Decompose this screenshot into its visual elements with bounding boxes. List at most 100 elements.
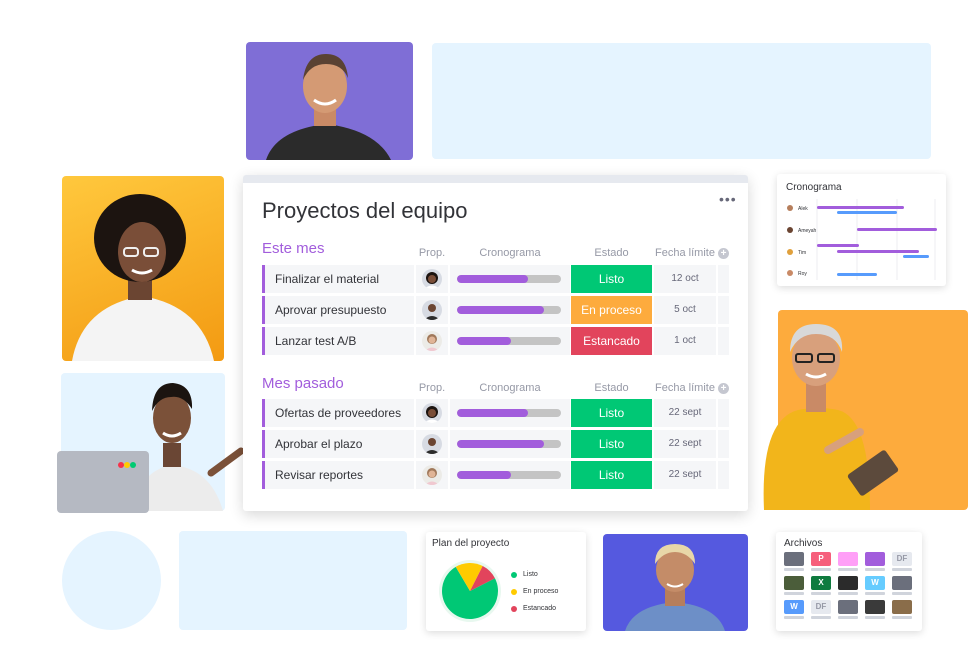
timeline-track: [457, 337, 561, 345]
avatar: [422, 300, 442, 320]
status-label[interactable]: Listo: [571, 430, 652, 458]
timeline-progress: [457, 471, 512, 479]
item-name[interactable]: Revisar reportes: [262, 461, 414, 489]
column-header-date: Fecha límite: [655, 247, 715, 259]
timeline-widget-card[interactable]: Cronograma Alek Ameyah Tim Roy: [777, 174, 946, 286]
avatar: [422, 434, 442, 454]
timeline-track: [457, 275, 561, 283]
owner-cell[interactable]: [416, 327, 448, 355]
due-date[interactable]: 5 oct: [654, 296, 716, 324]
board-top-bar: [243, 175, 748, 183]
row-end-cell: [718, 327, 729, 355]
avatar: [787, 205, 793, 211]
image-thumbnail-icon[interactable]: [865, 600, 885, 614]
generic-file-icon[interactable]: DF: [811, 600, 831, 614]
timeline-progress: [457, 409, 528, 417]
due-date[interactable]: 22 sept: [654, 399, 716, 427]
avatar: [422, 331, 442, 351]
file-meta-line: [865, 568, 885, 571]
audio-icon[interactable]: [838, 552, 858, 566]
more-dots-icon[interactable]: •••: [719, 191, 737, 207]
legend-dot-done: [511, 572, 517, 578]
light-blue-circle: [62, 531, 161, 630]
files-card[interactable]: Archivos P DF X W W DF: [776, 532, 922, 631]
gantt-person-label: Tim: [798, 250, 807, 256]
file-meta-line: [892, 616, 912, 619]
item-name[interactable]: Aprobar el plazo: [262, 430, 414, 458]
column-header-timeline: Cronograma: [479, 382, 541, 394]
due-date[interactable]: 1 oct: [654, 327, 716, 355]
item-name[interactable]: Lanzar test A/B: [262, 327, 414, 355]
avatar: [787, 249, 793, 255]
column-header-date: Fecha límite: [655, 382, 715, 394]
add-column-icon[interactable]: +: [718, 383, 729, 394]
status-label[interactable]: En proceso: [571, 296, 652, 324]
image-thumbnail-icon[interactable]: [892, 600, 912, 614]
status-label[interactable]: Listo: [571, 265, 652, 293]
timeline-progress: [457, 440, 545, 448]
table-row[interactable]: Revisar reportes Listo 22 sept: [262, 461, 729, 489]
gantt-person-label: Ameyah: [798, 228, 817, 234]
generic-file-icon[interactable]: DF: [892, 552, 912, 566]
timeline-cell[interactable]: [450, 327, 570, 355]
table-row[interactable]: Aprovar presupuesto En proceso 5 oct: [262, 296, 729, 324]
timeline-cell[interactable]: [450, 430, 570, 458]
file-meta-line: [892, 592, 912, 595]
group-title-this-month[interactable]: Este mes: [262, 240, 325, 257]
table-row[interactable]: Lanzar test A/B Estancado 1 oct: [262, 327, 729, 355]
file-meta-line: [838, 592, 858, 595]
project-plan-card[interactable]: Plan del proyecto Listo En proceso Estan…: [426, 532, 586, 631]
file-meta-line: [784, 616, 804, 619]
image-thumbnail-icon[interactable]: [784, 576, 804, 590]
timeline-progress: [457, 275, 528, 283]
pdf-icon[interactable]: [784, 552, 804, 566]
table-row[interactable]: Aprobar el plazo Listo 22 sept: [262, 430, 729, 458]
video-icon[interactable]: [865, 552, 885, 566]
timeline-cell[interactable]: [450, 296, 570, 324]
add-column-icon[interactable]: +: [718, 248, 729, 259]
row-end-cell: [718, 461, 729, 489]
file-meta-line: [784, 592, 804, 595]
file-meta-line: [784, 568, 804, 571]
word-icon[interactable]: W: [865, 576, 885, 590]
owner-cell[interactable]: [416, 399, 448, 427]
team-member-photo-man: [246, 42, 413, 160]
file-meta-line: [892, 568, 912, 571]
photo-thumbnail-icon[interactable]: [838, 576, 858, 590]
column-header-status: Estado: [594, 382, 629, 394]
item-name[interactable]: Aprovar presupuesto: [262, 296, 414, 324]
status-label[interactable]: Listo: [571, 461, 652, 489]
status-label[interactable]: Estancado: [571, 327, 652, 355]
owner-cell[interactable]: [416, 461, 448, 489]
file-meta-line: [811, 616, 831, 619]
team-member-photo-woman-tablet: [763, 310, 968, 510]
status-label[interactable]: Listo: [571, 399, 652, 427]
due-date[interactable]: 22 sept: [654, 461, 716, 489]
pdf-icon[interactable]: [892, 576, 912, 590]
table-row[interactable]: Finalizar el material Listo 12 oct: [262, 265, 729, 293]
row-end-cell: [718, 265, 729, 293]
avatar: [787, 270, 793, 276]
owner-cell[interactable]: [416, 430, 448, 458]
team-member-photo-woman-blonde: [603, 534, 748, 631]
avatar: [422, 403, 442, 423]
powerpoint-icon[interactable]: P: [811, 552, 831, 566]
timeline-cell[interactable]: [450, 461, 570, 489]
due-date[interactable]: 22 sept: [654, 430, 716, 458]
group-title-last-month[interactable]: Mes pasado: [262, 375, 344, 392]
timeline-cell[interactable]: [450, 265, 570, 293]
table-row[interactable]: Ofertas de proveedores Listo 22 sept: [262, 399, 729, 427]
pdf-icon[interactable]: [838, 600, 858, 614]
timeline-cell[interactable]: [450, 399, 570, 427]
files-card-title: Archivos: [784, 538, 823, 549]
due-date[interactable]: 12 oct: [654, 265, 716, 293]
owner-cell[interactable]: [416, 296, 448, 324]
item-name[interactable]: Ofertas de proveedores: [262, 399, 414, 427]
light-blue-banner: [432, 43, 931, 159]
excel-icon[interactable]: X: [811, 576, 831, 590]
owner-cell[interactable]: [416, 265, 448, 293]
word-icon[interactable]: W: [784, 600, 804, 614]
file-meta-line: [811, 568, 831, 571]
row-end-cell: [718, 296, 729, 324]
item-name[interactable]: Finalizar el material: [262, 265, 414, 293]
